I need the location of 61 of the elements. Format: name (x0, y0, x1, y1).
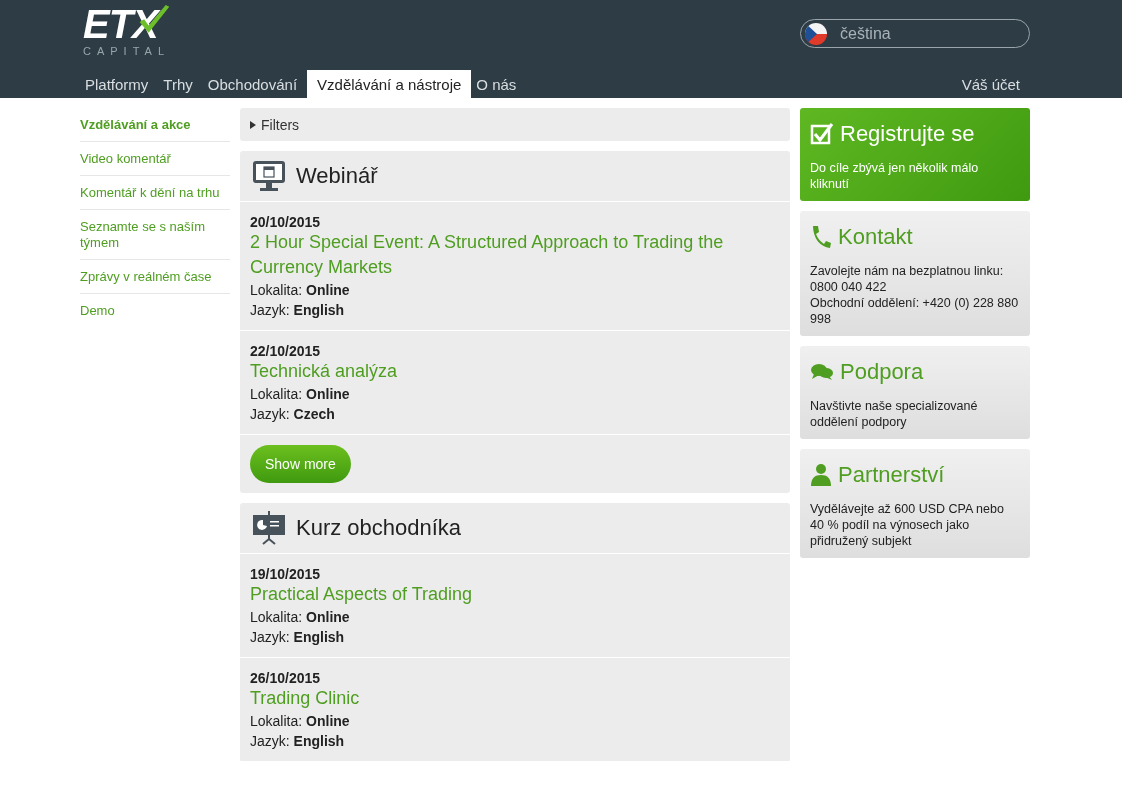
triangle-icon (250, 120, 256, 129)
phone-icon (810, 225, 832, 249)
language-value: English (293, 733, 345, 749)
location-label: Lokalita: (250, 609, 303, 625)
promo-title: Kontakt (838, 224, 913, 250)
promo-text: Do cíle zbývá jen několik málo kliknutí (810, 160, 980, 192)
event-title-link[interactable]: Trading Clinic (250, 686, 780, 711)
language-label: Jazyk: (250, 302, 290, 318)
location-value: Online (306, 282, 350, 298)
section-title: Webinář (296, 163, 378, 189)
location-value: Online (306, 609, 350, 625)
promo-title: Registrujte se (840, 121, 975, 147)
promo-card[interactable]: Podpora Navštivte naše specializované oddělení podpory (800, 346, 1030, 439)
event-title-link[interactable]: 2 Hour Special Event: A Structured Approach to Trading the Currency Markets (250, 230, 780, 280)
nav-tab[interactable]: Obchodování (202, 70, 308, 98)
promo-card[interactable]: Partnerství Vydělávejte až 600 USD CPA nebo 40 % podíl na výnosech jako přidružený subjekt (800, 449, 1030, 558)
filters-toggle[interactable]: Filters (240, 108, 790, 141)
nav-tab[interactable]: O nás (471, 70, 527, 98)
location-label: Lokalita: (250, 713, 303, 729)
czech-flag-icon (804, 21, 828, 46)
nav-tab[interactable]: Platformy (80, 70, 159, 98)
chat-bubbles-icon (810, 363, 834, 381)
sidebar-link[interactable]: Video komentář (80, 142, 230, 176)
account-link[interactable]: Váš účet (956, 70, 1030, 98)
language-label: Jazyk: (250, 733, 290, 749)
sidebar-link[interactable]: Vzdělávání a akce (80, 108, 230, 142)
language-label: Jazyk: (250, 406, 290, 422)
nav-tab[interactable]: Vzdělávání a nástroje (307, 70, 472, 98)
language-label: Jazyk: (250, 629, 290, 645)
promo-card[interactable]: Registrujte se Do cíle zbývá jen několik málo kliknutí (800, 108, 1030, 201)
monitor-calendar-icon (252, 160, 286, 192)
event-date: 19/10/2015 (250, 566, 322, 582)
promo-text: Zavolejte nám na bezplatnou linku: 0800 040 422 (810, 263, 1005, 295)
language-value: English (293, 302, 345, 318)
promo-text: Vydělávejte až 600 USD CPA nebo 40 % podíl na výnosech jako přidružený subjekt (810, 501, 1005, 549)
location-label: Lokalita: (250, 386, 303, 402)
location-value: Online (306, 713, 350, 729)
event-date: 26/10/2015 (250, 670, 322, 686)
event-title-link[interactable]: Practical Aspects of Trading (250, 582, 780, 607)
event-date: 20/10/2015 (250, 214, 322, 230)
person-icon (810, 463, 832, 487)
location-value: Online (306, 386, 350, 402)
checkbox-icon (810, 122, 834, 146)
event-date: 22/10/2015 (250, 343, 322, 359)
event-title-link[interactable]: Technická analýza (250, 359, 780, 384)
language-value: Czech (293, 406, 335, 422)
presentation-board-icon (252, 511, 286, 545)
promo-text: Obchodní oddělení: +420 (0) 228 880 998 (810, 295, 1020, 327)
sidebar-link[interactable]: Zprávy v reálném čase (80, 260, 230, 294)
promo-title: Partnerství (838, 462, 945, 488)
section-title: Kurz obchodníka (296, 515, 462, 541)
sidebar-link[interactable]: Seznamte se s naším týmem (80, 210, 230, 260)
promo-text: Navštivte naše specializované oddělení podpory (810, 398, 979, 430)
sidebar-link[interactable]: Komentář k dění na trhu (80, 176, 230, 210)
promo-card[interactable]: Kontakt Zavolejte nám na bezplatnou linku: 0800 040 422 Obchodní oddělení: +420 (0) 228 880 998 (800, 211, 1030, 336)
nav-tab[interactable]: Trhy (158, 70, 203, 98)
sidebar-link[interactable]: Demo (80, 294, 230, 327)
promo-title: Podpora (840, 359, 924, 385)
show-more-button[interactable]: Show more (250, 445, 351, 483)
language-value: English (293, 629, 345, 645)
location-label: Lokalita: (250, 282, 303, 298)
